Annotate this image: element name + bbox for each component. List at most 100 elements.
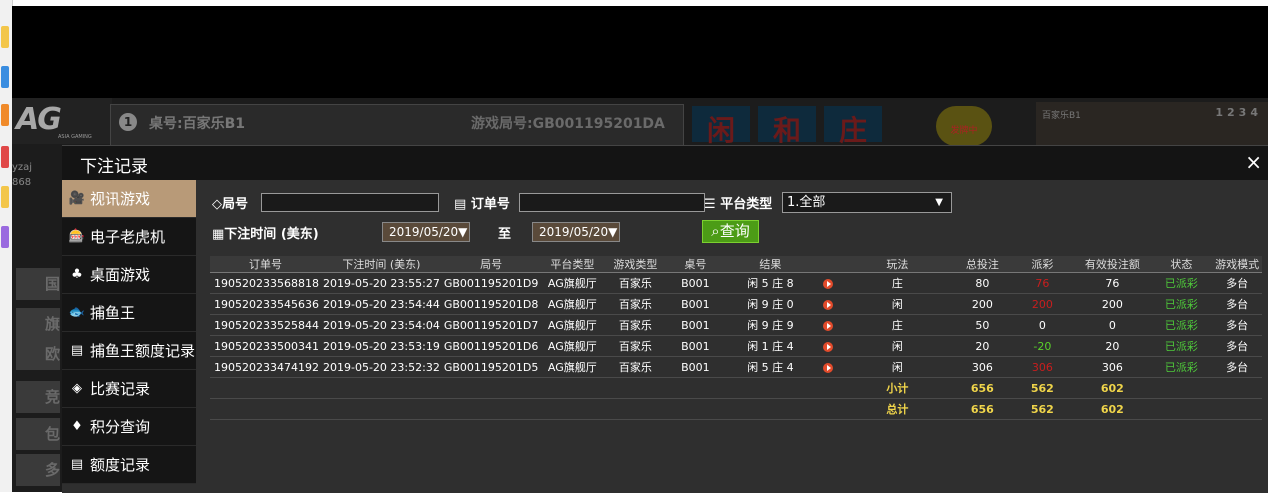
dropdown-arrow-icon: ▼ (458, 225, 467, 239)
order-number-input[interactable] (519, 193, 705, 212)
total-empty-cell (816, 399, 840, 420)
status-cell: 已派彩 (1150, 294, 1212, 315)
play-video-icon[interactable] (823, 279, 833, 289)
bet-player-area[interactable]: 闲 (692, 106, 750, 142)
result-cell: 闲 5 庄 4 (724, 357, 816, 378)
play-video-icon[interactable] (823, 300, 833, 310)
right-table-label: 百家乐B1 (1042, 108, 1081, 121)
order-cell: 190520233474192 (210, 357, 321, 378)
menu-item-table-games[interactable]: ♣ 桌面游戏 (62, 256, 196, 294)
right-table-preview[interactable]: 百家乐B1 1234 (1036, 102, 1268, 146)
mode-cell: 多台 (1212, 357, 1262, 378)
ag-logo-tag: ASIA GAMING (58, 134, 92, 140)
menu-item-fishing-credit[interactable]: ▤ 捕鱼王额度记录 (62, 332, 196, 370)
total-payout: 562 (1010, 399, 1074, 420)
lobby-item[interactable]: 欧 (16, 338, 60, 370)
total-empty-cell (666, 399, 724, 420)
valid-bet-cell: 76 (1074, 273, 1150, 294)
subtotal-payout: 562 (1010, 378, 1074, 399)
order-filter-label: ▤ 订单号 (454, 193, 510, 212)
bookmark-icon[interactable] (1, 226, 9, 248)
bookmark-icon[interactable] (1, 146, 9, 168)
bookmark-icon[interactable] (1, 186, 9, 208)
status-cell: 已派彩 (1150, 357, 1212, 378)
time-cell: 2019-05-20 23:55:27 (321, 273, 442, 294)
menu-item-label: 电子老虎机 (90, 226, 165, 247)
round-filter-label: ◇局号 (212, 193, 248, 212)
total-bet-cell: 50 (954, 315, 1010, 336)
bookmark-icon[interactable] (1, 66, 9, 88)
menu-item-credit-records[interactable]: ▤ 额度记录 (62, 446, 196, 484)
dealing-status-coin: 发牌中 (936, 106, 992, 146)
bet-banker-area[interactable]: 庄 (824, 106, 882, 142)
platform-select[interactable]: 1.全部 ▼ (782, 192, 952, 213)
play-video-icon[interactable] (823, 342, 833, 352)
empty-filler-cell (210, 420, 1262, 500)
play-video-icon[interactable] (823, 363, 833, 373)
close-button[interactable]: × (1245, 150, 1262, 174)
round-cell: GB001195201D6 (442, 336, 541, 357)
lobby-item[interactable]: 旗 (16, 308, 60, 340)
menu-item-label: 视讯游戏 (90, 188, 150, 209)
total-empty-cell (1212, 399, 1262, 420)
bet-tie-area[interactable]: 和 (758, 106, 816, 142)
menu-item-label: 捕鱼王 (90, 302, 135, 323)
table-page-numbers[interactable]: 1234 (1215, 106, 1262, 119)
status-cell: 已派彩 (1150, 336, 1212, 357)
bet-records-table: 订单号 下注时间 (美东) 局号 平台类型 游戏类型 桌号 结果 玩法 总投注 … (210, 256, 1262, 500)
lobby-item[interactable]: 包 (16, 418, 60, 450)
order-cell: 190520233568818 (210, 273, 321, 294)
query-button[interactable]: ⌕查询 (702, 220, 759, 243)
cards-icon: ♣ (66, 267, 88, 282)
round-label: 游戏局号:GB001195201DA (471, 113, 665, 133)
result-cell: 闲 5 庄 8 (724, 273, 816, 294)
result-cell: 闲 9 庄 0 (724, 294, 816, 315)
col-time: 下注时间 (美东) (321, 256, 442, 273)
col-payout: 派彩 (1010, 256, 1074, 273)
game-type-cell: 百家乐 (604, 357, 666, 378)
total-bet-cell: 80 (954, 273, 1010, 294)
bookmark-icon[interactable] (1, 26, 9, 48)
game-type-cell: 百家乐 (604, 336, 666, 357)
menu-item-label: 捕鱼王额度记录 (90, 340, 195, 361)
menu-item-video[interactable]: 🎥 视讯游戏 (62, 180, 196, 218)
empty-filler-row (210, 420, 1262, 500)
menu-item-match-records[interactable]: ◈ 比赛记录 (62, 370, 196, 408)
payout-cell: 306 (1010, 357, 1074, 378)
col-replay (816, 256, 840, 273)
menu-item-points[interactable]: ♦ 积分查询 (62, 408, 196, 446)
total-empty-cell (540, 399, 604, 420)
note-icon: ▤ (66, 457, 88, 472)
username: yzaj (12, 162, 62, 173)
subtotal-empty-cell (321, 378, 442, 399)
date-from-picker[interactable]: 2019/05/20▼ (382, 222, 470, 242)
time-filter-label: ▦下注时间 (美东) (212, 223, 319, 242)
lobby-item[interactable]: 国 (16, 268, 60, 300)
table-number-badge: 1 (119, 113, 137, 131)
lobby-item[interactable]: 多 (16, 454, 60, 486)
total-empty-cell (724, 399, 816, 420)
time-cell: 2019-05-20 23:54:44 (321, 294, 442, 315)
bookmark-icon[interactable] (1, 104, 9, 126)
list-icon: ☰ (704, 197, 716, 212)
date-to-picker[interactable]: 2019/05/20▼ (532, 222, 620, 242)
game-type-cell: 百家乐 (604, 273, 666, 294)
valid-bet-cell: 200 (1074, 294, 1150, 315)
bet-record-modal: 下注记录 × 🎥 视讯游戏 🎰 电子老虎机 ♣ 桌面游戏 🐟 捕鱼王 ▤ 捕鱼王… (62, 145, 1268, 493)
menu-item-fishing[interactable]: 🐟 捕鱼王 (62, 294, 196, 332)
table-cell: B001 (666, 315, 724, 336)
table-cell: B001 (666, 336, 724, 357)
table-info-bar: 1 桌号:百家乐B1 游戏局号:GB001195201DA (110, 104, 684, 146)
menu-item-slots[interactable]: 🎰 电子老虎机 (62, 218, 196, 256)
tag-icon: ◇ (212, 197, 222, 212)
time-cell: 2019-05-20 23:53:19 (321, 336, 442, 357)
table-cell: B001 (666, 357, 724, 378)
round-number-input[interactable] (261, 193, 439, 212)
col-play: 玩法 (840, 256, 954, 273)
lobby-item[interactable]: 竞 (16, 381, 60, 413)
total-label: 总计 (840, 399, 954, 420)
play-video-icon[interactable] (823, 321, 833, 331)
play-cell: 闲 (840, 294, 954, 315)
round-cell: GB001195201D7 (442, 315, 541, 336)
total-bet-cell: 200 (954, 294, 1010, 315)
